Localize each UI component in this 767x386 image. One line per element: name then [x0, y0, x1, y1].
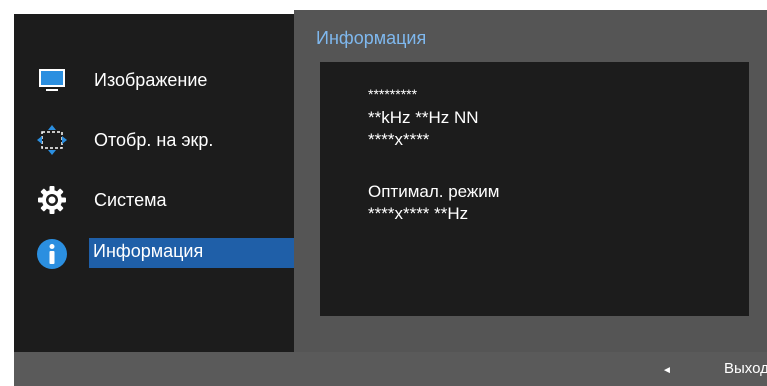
osd-window: Изображение Отобр. на экр. Система Инфор…	[14, 10, 767, 386]
menu-item-system[interactable]: Система	[14, 180, 294, 220]
menu-item-label: Система	[94, 190, 167, 210]
info-line-resolution: ****x****	[368, 130, 430, 149]
main-menu: Изображение Отобр. на экр. Система Инфор…	[14, 14, 294, 352]
menu-item-picture[interactable]: Изображение	[14, 60, 294, 100]
information-panel: Информация ********* **kHz **Hz NN ****x…	[294, 10, 767, 352]
info-line-optimal-label: Оптимал. режим	[368, 182, 500, 201]
info-line-model: *********	[368, 86, 418, 102]
monitor-icon	[36, 64, 68, 96]
gear-icon	[36, 184, 68, 216]
info-line-frequency: **kHz **Hz NN	[368, 108, 479, 127]
info-box: ********* **kHz **Hz NN ****x**** Оптима…	[320, 62, 749, 316]
menu-item-onscreen-display[interactable]: Отобр. на экр.	[14, 120, 294, 160]
screen-arrows-icon	[36, 124, 68, 156]
left-arrow-icon: ◄	[662, 365, 672, 376]
menu-item-label: Информация	[89, 238, 294, 268]
info-icon	[36, 238, 68, 270]
panel-title: Информация	[316, 28, 427, 48]
exit-button[interactable]: Выход	[724, 360, 767, 377]
info-line-optimal-value: ****x**** **Hz	[368, 204, 469, 223]
footer-bar: ◄ Выход	[14, 352, 767, 386]
menu-item-information[interactable]: Информация	[14, 228, 294, 270]
menu-item-label: Отобр. на экр.	[94, 130, 214, 150]
menu-item-label: Изображение	[94, 70, 208, 90]
